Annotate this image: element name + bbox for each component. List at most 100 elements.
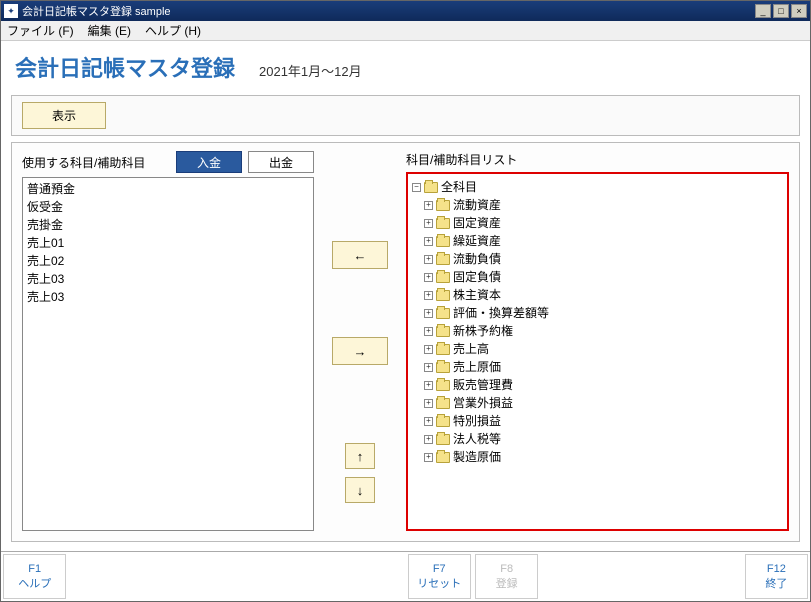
expand-icon[interactable]: + [424,255,433,264]
folder-icon [436,452,450,463]
folder-icon [436,308,450,319]
tree-item-label: 営業外損益 [453,394,513,412]
close-button[interactable]: × [791,4,807,18]
fkey-number: F1 [28,563,41,575]
list-item[interactable]: 仮受金 [27,198,309,216]
used-accounts-column: 使用する科目/補助科目 入金 出金 普通預金仮受金売掛金売上01売上02売上03… [22,151,314,531]
account-tree-label: 科目/補助科目リスト [406,151,789,168]
tree-item[interactable]: + 評価・換算差額等 [412,304,783,322]
tree-item-label: 固定資産 [453,214,501,232]
tree-root[interactable]: − 全科目 [412,178,783,196]
expand-icon[interactable]: + [424,309,433,318]
folder-icon [436,218,450,229]
folder-icon [436,380,450,391]
fkey-label: 終了 [765,575,787,591]
list-item[interactable]: 売上02 [27,252,309,270]
display-button[interactable]: 表示 [22,102,106,129]
function-key-bar: F1 ヘルプ F7 リセット F8 登録 F12 終了 [1,551,810,601]
tree-item[interactable]: +販売管理費 [412,376,783,394]
expand-icon[interactable]: + [424,201,433,210]
fkey-label: ヘルプ [18,575,51,591]
tree-item[interactable]: + 営業外損益 [412,394,783,412]
used-accounts-label: 使用する科目/補助科目 [22,154,170,171]
tree-item-label: 新株予約権 [453,322,513,340]
collapse-icon[interactable]: − [412,183,421,192]
fkey-label: リセット [417,575,461,591]
tab-deposit[interactable]: 入金 [176,151,242,173]
folder-icon [436,398,450,409]
tree-item[interactable]: +製造原価 [412,448,783,466]
folder-icon [436,362,450,373]
tab-withdrawal[interactable]: 出金 [248,151,314,173]
tree-item[interactable]: + 売上原価 [412,358,783,376]
tree-item-label: 固定負債 [453,268,501,286]
folder-icon [436,236,450,247]
folder-icon [436,290,450,301]
app-icon: ✦ [4,4,18,18]
list-item[interactable]: 売上03 [27,270,309,288]
tree-item[interactable]: + 固定負債 [412,268,783,286]
tree-item[interactable]: + 特別損益 [412,412,783,430]
used-accounts-list[interactable]: 普通預金仮受金売掛金売上01売上02売上03売上03 [22,177,314,531]
f7-reset[interactable]: F7 リセット [408,554,471,599]
move-down-button[interactable]: ↓ [345,477,375,503]
expand-icon[interactable]: + [424,327,433,336]
tree-item-label: 売上原価 [453,358,501,376]
expand-icon[interactable]: + [424,345,433,354]
tree-item[interactable]: +売上高 [412,340,783,358]
folder-icon [436,254,450,265]
list-item[interactable]: 売上03 [27,288,309,306]
fkey-number: F7 [433,563,446,575]
f8-register: F8 登録 [475,554,538,599]
window-title: 会計日記帳マスタ登録 sample [22,3,755,19]
account-tree-column: 科目/補助科目リスト − 全科目 +流動資産+固定資産+繰延資産+流動負債+固定… [406,151,789,531]
page-title: 会計日記帳マスタ登録 [15,51,235,83]
tree-item[interactable]: + 繰延資産 [412,232,783,250]
expand-icon[interactable]: + [424,417,433,426]
move-up-button[interactable]: ↑ [345,443,375,469]
tree-item[interactable]: +流動負債 [412,250,783,268]
folder-icon [436,434,450,445]
folder-icon [436,200,450,211]
f1-help[interactable]: F1 ヘルプ [3,554,66,599]
folder-icon [436,344,450,355]
folder-icon [424,182,438,193]
expand-icon[interactable]: + [424,399,433,408]
minimize-button[interactable]: _ [755,4,771,18]
tree-item[interactable]: + 固定資産 [412,214,783,232]
tree-item-label: 特別損益 [453,412,501,430]
tree-item-label: 評価・換算差額等 [453,304,549,322]
tree-item[interactable]: + 法人税等 [412,430,783,448]
tree-item-label: 流動資産 [453,196,501,214]
move-buttons-column: ← → ↑ ↓ [324,151,396,531]
expand-icon[interactable]: + [424,219,433,228]
titlebar: ✦ 会計日記帳マスタ登録 sample _ □ × [1,1,810,21]
fkey-label: 登録 [496,575,518,591]
tree-item-label: 株主資本 [453,286,501,304]
maximize-button[interactable]: □ [773,4,789,18]
menu-help[interactable]: ヘルプ (H) [145,22,201,39]
expand-icon[interactable]: + [424,453,433,462]
tree-item[interactable]: + 流動資産 [412,196,783,214]
tree-item-label: 繰延資産 [453,232,501,250]
tree-item[interactable]: + 株主資本 [412,286,783,304]
expand-icon[interactable]: + [424,273,433,282]
move-left-button[interactable]: ← [332,241,388,269]
list-item[interactable]: 売上01 [27,234,309,252]
menu-file[interactable]: ファイル (F) [7,22,74,39]
expand-icon[interactable]: + [424,435,433,444]
expand-icon[interactable]: + [424,363,433,372]
f12-exit[interactable]: F12 終了 [745,554,808,599]
fkey-number: F8 [500,563,513,575]
expand-icon[interactable]: + [424,381,433,390]
expand-icon[interactable]: + [424,291,433,300]
account-tree[interactable]: − 全科目 +流動資産+固定資産+繰延資産+流動負債+固定負債+株主資本+評価・… [406,172,789,531]
move-right-button[interactable]: → [332,337,388,365]
expand-icon[interactable]: + [424,237,433,246]
folder-icon [436,272,450,283]
menu-edit[interactable]: 編集 (E) [88,22,131,39]
tree-item-label: 法人税等 [453,430,501,448]
tree-item[interactable]: + 新株予約権 [412,322,783,340]
list-item[interactable]: 売掛金 [27,216,309,234]
list-item[interactable]: 普通預金 [27,180,309,198]
